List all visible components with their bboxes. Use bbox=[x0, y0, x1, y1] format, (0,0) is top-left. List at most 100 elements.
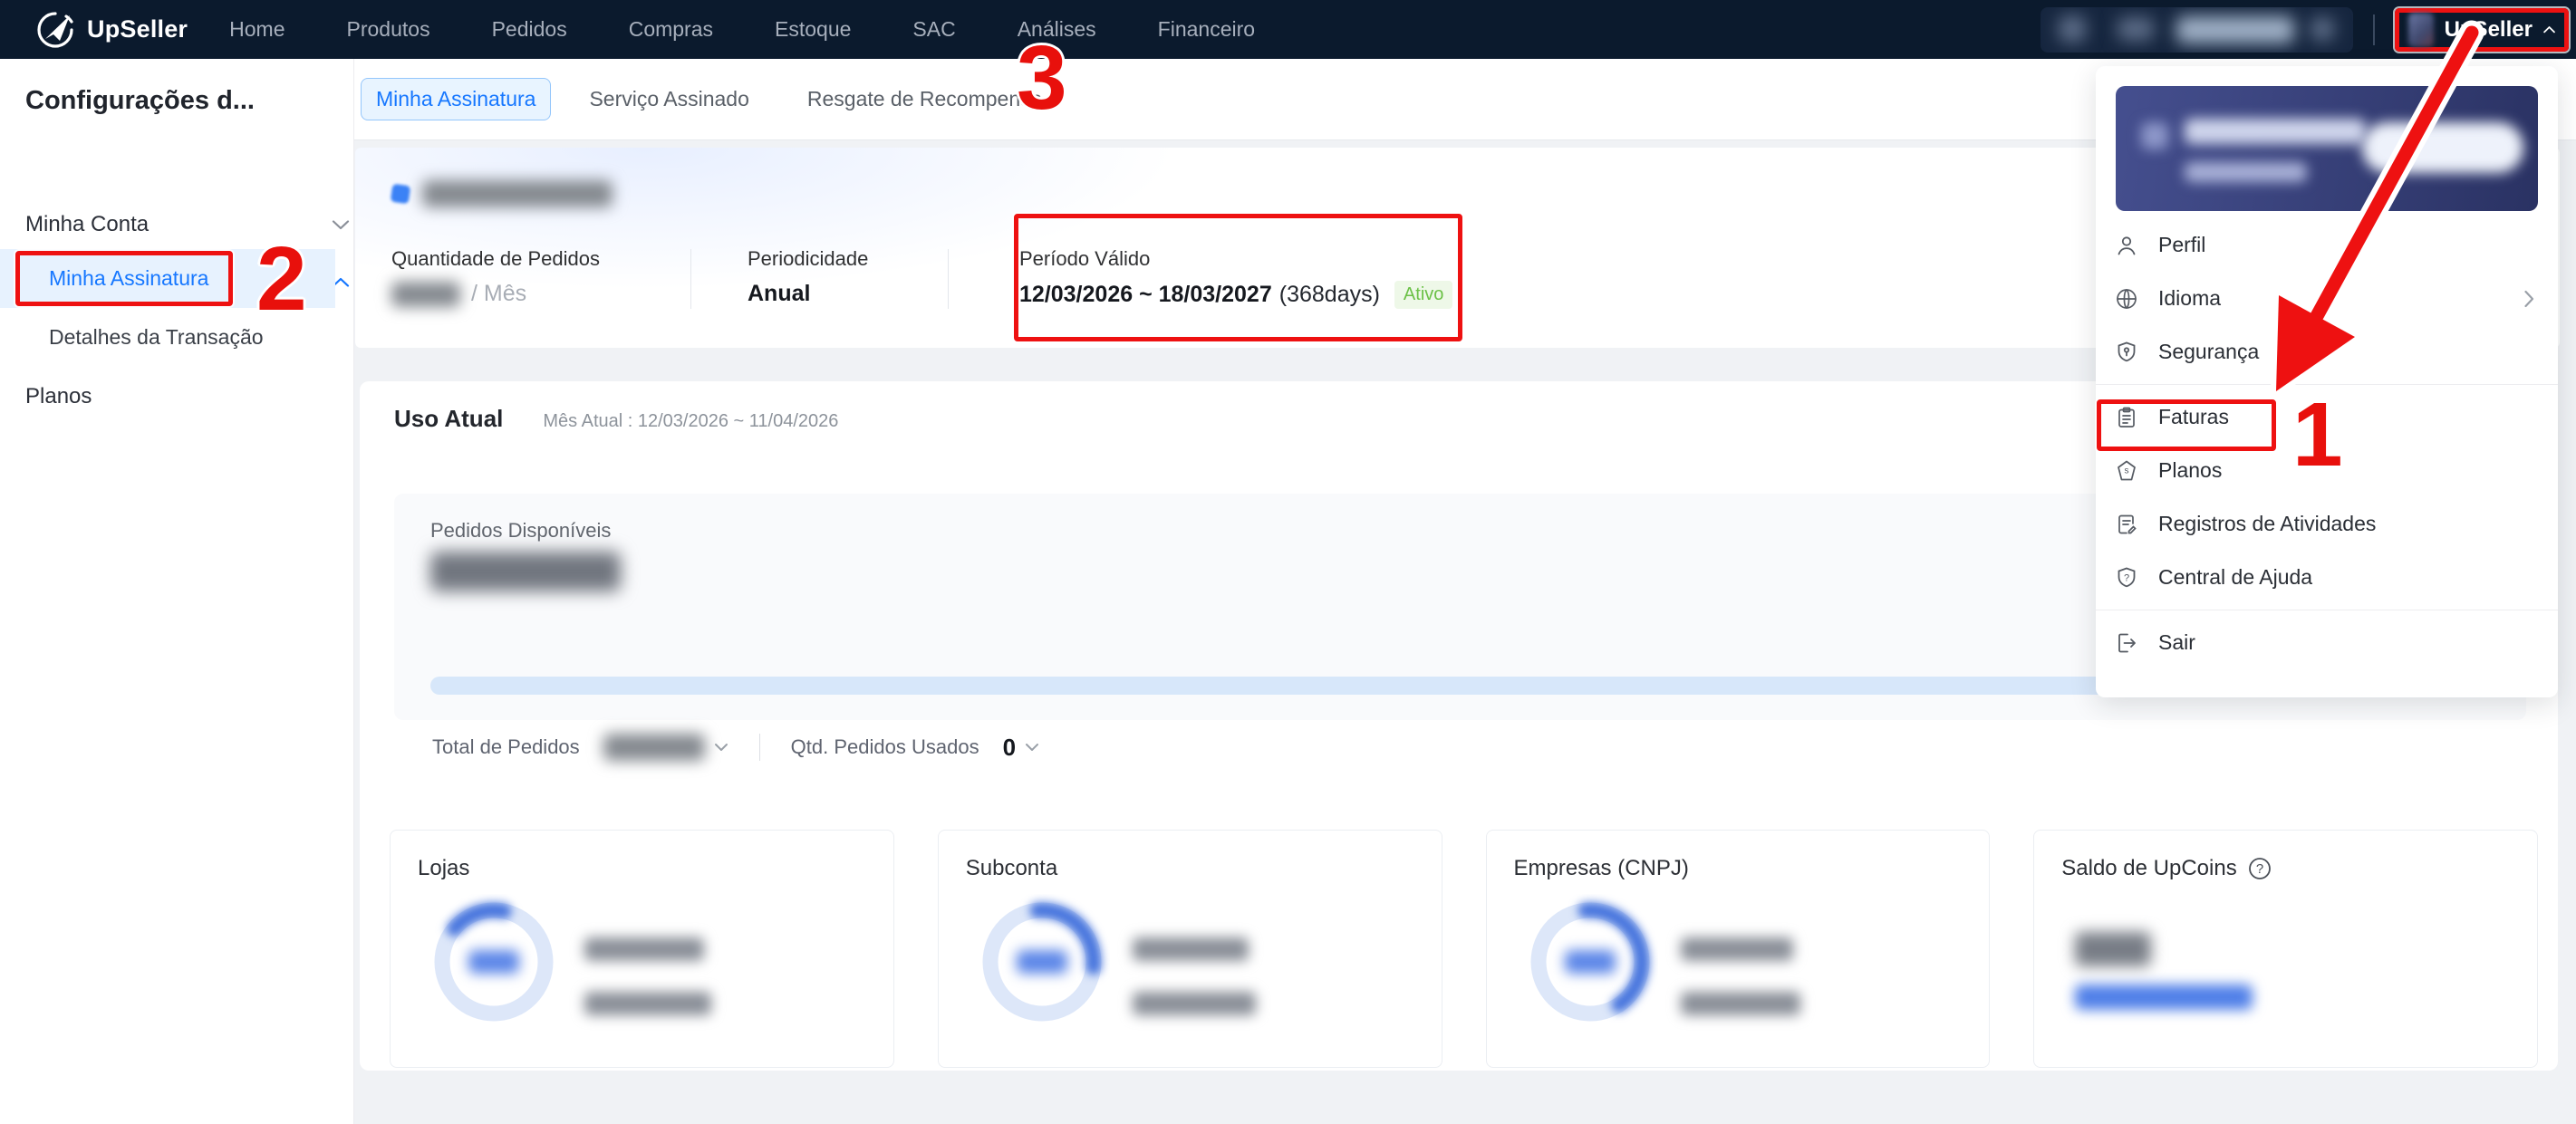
plan-qty-suffix: / Mês bbox=[471, 281, 527, 306]
main-nav: Home Produtos Pedidos Compras Estoque SA… bbox=[229, 17, 1255, 42]
stat-cards-row: Lojas Subconta Empresas (CNPJ) Saldo de … bbox=[390, 830, 2538, 1068]
menu-divider bbox=[2096, 384, 2558, 385]
upseller-logo-icon bbox=[37, 11, 73, 48]
tab-resgate-recompensa[interactable]: Resgate de Recompensa bbox=[778, 87, 1072, 111]
sidebar-item-minha-assinatura[interactable]: Minha Assinatura bbox=[49, 266, 208, 292]
stat-card-lojas: Lojas bbox=[390, 830, 894, 1068]
caret-down-icon[interactable] bbox=[714, 743, 728, 752]
person-icon bbox=[2118, 235, 2136, 255]
plan-gem-icon bbox=[390, 183, 411, 205]
stat-card-saldo-upcoins: Saldo de UpCoins ? bbox=[2033, 830, 2538, 1068]
stat-card-title-text: Saldo de UpCoins bbox=[2061, 856, 2237, 880]
plan-banner bbox=[2116, 86, 2538, 211]
menu-item-label: Faturas bbox=[2158, 405, 2229, 428]
user-dropdown-menu: Perfil Idioma Segurança Faturas s Planos… bbox=[2096, 66, 2558, 697]
logout-icon bbox=[2118, 633, 2136, 652]
plan-divider bbox=[690, 249, 691, 309]
nav-item-analises[interactable]: Análises bbox=[1018, 17, 1096, 42]
svg-text:s: s bbox=[2125, 466, 2129, 476]
menu-item-central-ajuda[interactable]: ? Central de Ajuda bbox=[2096, 551, 2558, 604]
svg-text:?: ? bbox=[2256, 861, 2263, 877]
sidebar-item-detalhes-transacao[interactable]: Detalhes da Transação bbox=[49, 325, 264, 350]
sidebar-item-minha-conta[interactable]: Minha Conta bbox=[25, 204, 350, 245]
menu-item-seguranca[interactable]: Segurança bbox=[2096, 325, 2558, 379]
tab-servico-assinado[interactable]: Serviço Assinado bbox=[560, 87, 777, 111]
total-orders-value-redacted bbox=[603, 734, 705, 761]
user-name: UpSeller bbox=[2444, 16, 2533, 42]
nav-item-produtos[interactable]: Produtos bbox=[347, 17, 430, 42]
menu-item-idioma[interactable]: Idioma bbox=[2096, 272, 2558, 325]
menu-item-label: Idioma bbox=[2158, 286, 2222, 310]
price-tag-icon: s bbox=[2118, 460, 2136, 480]
stat-card-title: Empresas (CNPJ) bbox=[1513, 856, 1689, 880]
used-orders-value: 0 bbox=[1002, 733, 1017, 761]
nav-item-compras[interactable]: Compras bbox=[629, 17, 713, 42]
chevron-down-icon bbox=[332, 220, 350, 230]
sidebar-item-label: Planos bbox=[25, 384, 92, 408]
sidebar-item-label: Detalhes da Transação bbox=[49, 325, 264, 349]
usage-header: Uso Atual Mês Atual : 12/03/2026 ~ 11/04… bbox=[394, 405, 838, 433]
available-orders-label: Pedidos Disponíveis bbox=[430, 519, 612, 542]
plan-periodicity-value: Anual bbox=[748, 281, 811, 306]
plan-qty-redacted bbox=[391, 281, 460, 307]
totals-divider bbox=[758, 734, 760, 761]
stat-card-subconta: Subconta bbox=[937, 830, 1442, 1068]
activity-log-icon bbox=[2118, 514, 2137, 533]
usado-value-redacted bbox=[1680, 937, 1793, 961]
navbar-right-cluster: UpSeller bbox=[2041, 0, 2569, 59]
plan-banner-button-redacted[interactable] bbox=[2362, 122, 2523, 173]
donut-percent-redacted bbox=[1016, 950, 1067, 974]
settings-sidebar: Configurações d... Minha Conta Faturas M… bbox=[0, 59, 354, 1124]
navbar-divider bbox=[2373, 14, 2375, 45]
stat-card-empresas: Empresas (CNPJ) bbox=[1485, 830, 1991, 1068]
plan-divider bbox=[948, 249, 949, 309]
brand-logo[interactable]: UpSeller bbox=[34, 9, 188, 51]
plan-banner-subtitle-redacted bbox=[2185, 162, 2307, 182]
tab-minha-assinatura[interactable]: Minha Assinatura bbox=[361, 78, 552, 120]
sidebar-item-label: Minha Conta bbox=[25, 212, 150, 236]
plan-valid-label: Período Válido bbox=[1019, 247, 1151, 270]
help-circle-icon[interactable]: ? bbox=[2248, 857, 2272, 880]
nav-item-financeiro[interactable]: Financeiro bbox=[1158, 17, 1255, 42]
menu-item-label: Perfil bbox=[2158, 233, 2206, 256]
sidebar-item-planos[interactable]: Planos bbox=[25, 376, 92, 418]
menu-item-planos[interactable]: s Planos bbox=[2096, 444, 2558, 497]
donut-percent-redacted bbox=[1564, 950, 1616, 974]
sidebar-title: Configurações d... bbox=[25, 86, 255, 115]
navbar-tools-redacted[interactable] bbox=[2041, 6, 2353, 53]
total-value-redacted bbox=[584, 992, 711, 1015]
chevron-right-icon bbox=[2524, 290, 2534, 307]
app-root: UpSeller Home Produtos Pedidos Compras E… bbox=[0, 0, 2576, 1124]
menu-item-faturas[interactable]: Faturas bbox=[2096, 390, 2558, 444]
total-value-redacted bbox=[1680, 992, 1800, 1015]
menu-item-label: Segurança bbox=[2158, 340, 2260, 363]
nav-item-sac[interactable]: SAC bbox=[912, 17, 955, 42]
menu-item-label: Central de Ajuda bbox=[2158, 565, 2313, 589]
caret-down-icon[interactable] bbox=[1025, 743, 1039, 752]
sidebar-item-label: Minha Assinatura bbox=[49, 266, 209, 290]
stat-card-title: Lojas bbox=[418, 856, 470, 880]
plan-valid-value: 12/03/2026 ~ 18/03/2027 (368days) Ativo bbox=[1019, 281, 1453, 309]
nav-item-home[interactable]: Home bbox=[229, 17, 285, 42]
stat-card-title: Saldo de UpCoins ? bbox=[2061, 856, 2271, 881]
usage-subtitle: Mês Atual : 12/03/2026 ~ 11/04/2026 bbox=[543, 411, 839, 431]
menu-item-label: Planos bbox=[2158, 458, 2223, 482]
total-orders-label: Total de Pedidos bbox=[432, 735, 580, 758]
menu-item-perfil[interactable]: Perfil bbox=[2096, 218, 2558, 272]
nav-item-pedidos[interactable]: Pedidos bbox=[492, 17, 567, 42]
plan-valid-days: (368days) bbox=[1278, 282, 1380, 307]
globe-icon bbox=[2117, 288, 2137, 309]
usage-title: Uso Atual bbox=[394, 405, 504, 432]
upcoins-balance-redacted bbox=[2075, 932, 2152, 966]
user-avatar bbox=[2408, 12, 2434, 47]
plan-valid-dates: 12/03/2026 ~ 18/03/2027 bbox=[1019, 282, 1272, 307]
menu-item-registros-atividades[interactable]: Registros de Atividades bbox=[2096, 497, 2558, 551]
plan-banner-icon-redacted bbox=[2141, 122, 2168, 149]
nav-item-estoque[interactable]: Estoque bbox=[775, 17, 851, 42]
menu-item-sair[interactable]: Sair bbox=[2096, 616, 2558, 669]
totals-row: Total de Pedidos Qtd. Pedidos Usados 0 bbox=[432, 731, 1039, 764]
upcoins-details-link-redacted[interactable] bbox=[2075, 985, 2253, 1010]
user-menu-button[interactable]: UpSeller bbox=[2395, 7, 2569, 52]
usado-value-redacted bbox=[584, 937, 704, 961]
menu-item-label: Registros de Atividades bbox=[2158, 512, 2377, 535]
